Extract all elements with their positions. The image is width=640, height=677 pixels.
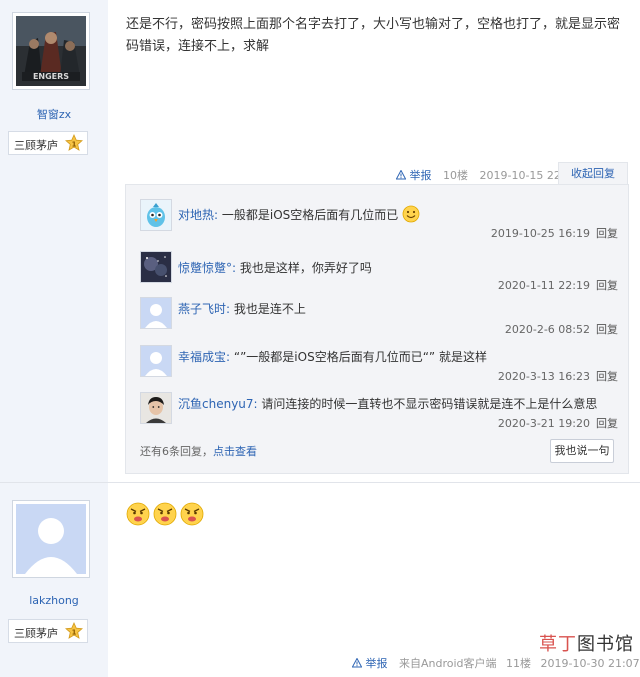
post-source: 来自Android客户端 [399, 657, 497, 670]
reply-username[interactable]: 对地热: [178, 208, 218, 222]
reply-time: 2020-3-21 19:20 [497, 417, 590, 430]
avatar[interactable] [140, 199, 172, 231]
rank-label: 三顾茅庐 [14, 627, 58, 640]
reply-button[interactable]: 回复 [596, 370, 618, 383]
level-star-icon: 1 [65, 622, 83, 639]
reply-box: 对地热: 一般都是iOS空格后面有几位而已 2019-10-25 16:19 回复… [125, 184, 629, 474]
reply-time: 2020-3-13 16:23 [497, 370, 590, 383]
avatar[interactable] [140, 297, 172, 329]
report-label: 举报 [409, 169, 432, 182]
night-sky-avatar-image [141, 252, 171, 282]
reply-line: 幸福成宝: “”一般都是iOS空格后面有几位而已“” 就是这样 [178, 348, 487, 365]
level-star-icon: 1 [65, 134, 83, 151]
reply-text: 一般都是iOS空格后面有几位而已 [218, 208, 399, 222]
reply-time: 2020-2-6 08:52 [504, 323, 590, 336]
warning-icon [395, 169, 407, 180]
post-divider [0, 482, 640, 483]
reply-text: “”一般都是iOS空格后面有几位而已“” 就是这样 [230, 350, 487, 364]
reply-meta: 2020-2-6 08:52 回复 [505, 321, 618, 337]
post-meta: 举报 10楼 2019-10-15 22:34 [395, 167, 579, 183]
watermark-text: 图书馆 [577, 634, 634, 655]
collapse-replies-button[interactable]: 收起回复 [558, 162, 628, 184]
more-replies-count: 还有6条回复， [140, 445, 213, 458]
post-time: 2019-10-30 21:07 [540, 657, 640, 670]
avatar[interactable]: ENGERS [12, 12, 90, 90]
reply-button[interactable]: 回复 [596, 279, 618, 292]
watermark: 草丁图书馆 [539, 630, 634, 656]
person-photo-avatar-image [141, 393, 171, 423]
reply-line: 燕子飞时: 我也是连不上 [178, 300, 306, 317]
reply-line: 沉鱼chenyu7: 请问连接的时候一直转也不显示密码错误就是连不上是什么意思 [178, 395, 597, 412]
svg-text:ENGERS: ENGERS [33, 72, 69, 81]
more-replies: 还有6条回复，点击查看 [140, 443, 257, 459]
avatar[interactable] [140, 251, 172, 283]
list-item: 沉鱼chenyu7: 请问连接的时候一直转也不显示密码错误就是连不上是什么意思 … [140, 392, 618, 432]
username[interactable]: 智窗zx [0, 106, 108, 122]
reply-meta: 2019-10-25 16:19 回复 [491, 225, 618, 241]
watermark-accent: 草丁 [539, 634, 577, 655]
reply-button[interactable]: 回复 [596, 323, 618, 336]
view-more-link[interactable]: 点击查看 [213, 445, 257, 458]
floor-number: 10楼 [443, 169, 468, 182]
list-item: 惊蹩惊蹩°: 我也是这样，你弄好了吗 2020-1-11 22:19 回复 [140, 251, 618, 293]
reply-text: 我也是这样，你弄好了吗 [236, 261, 372, 275]
avatar[interactable] [140, 392, 172, 424]
username[interactable]: lakzhong [0, 594, 108, 607]
reply-line: 惊蹩惊蹩°: 我也是这样，你弄好了吗 [178, 259, 372, 276]
angry-emoji-icon [180, 502, 204, 526]
list-item: 幸福成宝: “”一般都是iOS空格后面有几位而已“” 就是这样 2020-3-1… [140, 345, 618, 385]
reply-input-button[interactable]: 我也说一句 [550, 439, 614, 463]
warning-icon [351, 657, 363, 668]
reply-username[interactable]: 沉鱼chenyu7: [178, 397, 258, 411]
default-user-icon [141, 346, 171, 376]
angry-emoji-icon [153, 502, 177, 526]
floor-number: 11楼 [506, 657, 532, 670]
reply-text: 请问连接的时候一直转也不显示密码错误就是连不上是什么意思 [257, 397, 598, 411]
reply-time: 2020-1-11 22:19 [497, 279, 590, 292]
reply-meta: 2020-3-21 19:20 回复 [498, 415, 618, 431]
default-user-icon [141, 298, 171, 328]
post-meta: 举报 来自Android客户端 11楼 2019-10-30 21:07 回复 [351, 655, 640, 671]
reply-button[interactable]: 回复 [596, 417, 618, 430]
report-link[interactable]: 举报 [351, 657, 391, 670]
angry-emoji-icon [126, 502, 150, 526]
reply-button[interactable]: 回复 [596, 227, 618, 240]
default-user-icon [16, 504, 86, 574]
rank-label: 三顾茅庐 [14, 139, 58, 152]
reply-meta: 2020-3-13 16:23 回复 [498, 368, 618, 384]
reply-time: 2019-10-25 16:19 [490, 227, 590, 240]
user-rank-badge: 三顾茅庐 1 [8, 619, 88, 643]
report-link[interactable]: 举报 [395, 169, 435, 182]
report-label: 举报 [365, 657, 388, 670]
smile-emoji-icon [402, 205, 420, 223]
post-content: 还是不行，密码按照上面那个名字去打了，大小写也输对了，空格也打了，就是显示密码错… [126, 17, 621, 54]
reply-meta: 2020-1-11 22:19 回复 [498, 277, 618, 293]
list-item: 对地热: 一般都是iOS空格后面有几位而已 2019-10-25 16:19 回复 [140, 199, 618, 241]
reply-username[interactable]: 幸福成宝: [178, 350, 230, 364]
bird-avatar-image [141, 200, 171, 230]
user-rank-badge: 三顾茅庐 1 [8, 131, 88, 155]
list-item: 燕子飞时: 我也是连不上 2020-2-6 08:52 回复 [140, 297, 618, 337]
avatar[interactable] [12, 500, 90, 578]
avengers-avatar-image: ENGERS [16, 16, 86, 86]
reply-username[interactable]: 惊蹩惊蹩°: [178, 261, 236, 275]
reply-username[interactable]: 燕子飞时: [178, 302, 230, 316]
svg-text:1: 1 [72, 629, 77, 637]
svg-text:1: 1 [72, 141, 77, 149]
avatar[interactable] [140, 345, 172, 377]
reply-line: 对地热: 一般都是iOS空格后面有几位而已 [178, 205, 420, 223]
reply-text: 我也是连不上 [230, 302, 306, 316]
